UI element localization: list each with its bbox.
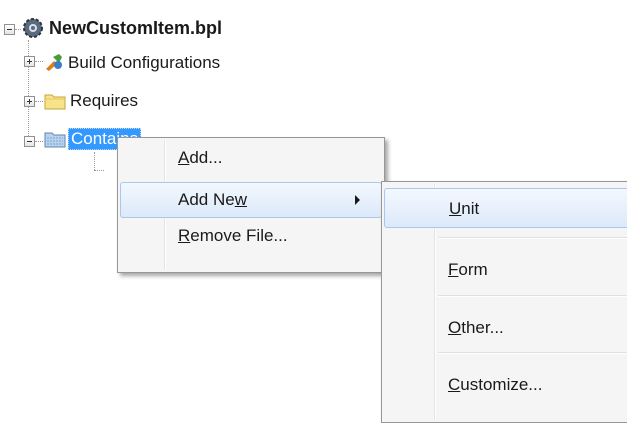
submenu-item-form[interactable]: Form bbox=[384, 250, 627, 286]
collapse-toggle-root[interactable] bbox=[4, 24, 15, 35]
submenu-item-form-label: Form bbox=[448, 260, 488, 279]
package-gear-icon bbox=[22, 17, 44, 39]
submenu-arrow-icon bbox=[355, 195, 360, 205]
submenu-item-other[interactable]: Other... bbox=[384, 308, 627, 344]
submenu-item-other-label: Other... bbox=[448, 318, 504, 337]
menu-item-add-new-label: Add New bbox=[178, 190, 247, 209]
tree-root-label[interactable]: NewCustomItem.bpl bbox=[49, 18, 222, 39]
menu-item-remove-file[interactable]: Remove File... bbox=[120, 224, 382, 260]
build-config-icon bbox=[44, 52, 64, 72]
menu-item-add[interactable]: Add... bbox=[120, 140, 382, 176]
folder-icon bbox=[44, 91, 66, 111]
expand-toggle-build-configurations[interactable] bbox=[24, 56, 35, 67]
submenu-item-customize[interactable]: Customize... bbox=[384, 365, 627, 401]
menu-item-add-new[interactable]: Add New bbox=[120, 182, 382, 218]
menu-item-add-label: Add... bbox=[178, 148, 223, 167]
tree-item-build-configurations[interactable]: Build Configurations bbox=[68, 53, 220, 73]
tree-item-requires[interactable]: Requires bbox=[70, 91, 138, 111]
submenu-item-unit[interactable]: Unit bbox=[384, 188, 627, 228]
expand-toggle-requires[interactable] bbox=[24, 96, 35, 107]
menu-item-remove-file-label: Remove File... bbox=[178, 226, 288, 245]
add-new-submenu: Unit Form Other... Customize... bbox=[381, 181, 627, 423]
collapse-toggle-contains[interactable] bbox=[24, 136, 35, 147]
folder-contains-icon bbox=[44, 129, 66, 149]
submenu-item-customize-label: Customize... bbox=[448, 375, 543, 394]
submenu-item-unit-label: Unit bbox=[449, 199, 480, 218]
context-menu: Add... Add New Remove File... bbox=[117, 137, 385, 273]
